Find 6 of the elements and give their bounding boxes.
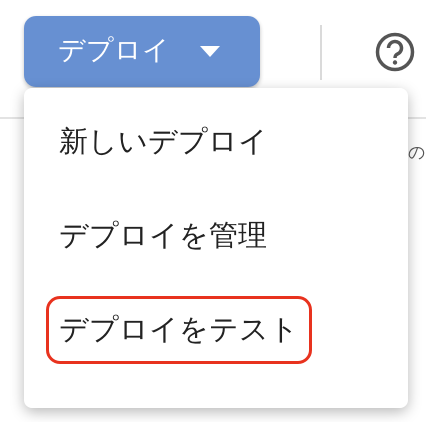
menu-item[interactable]: 新しいデプロイ (46, 108, 281, 176)
menu-item[interactable]: デプロイを管理 (46, 202, 280, 270)
help-icon[interactable] (375, 32, 415, 72)
background-text: の (408, 143, 425, 164)
menu-item[interactable]: デプロイをテスト (46, 296, 312, 364)
caret-icon (200, 46, 220, 57)
